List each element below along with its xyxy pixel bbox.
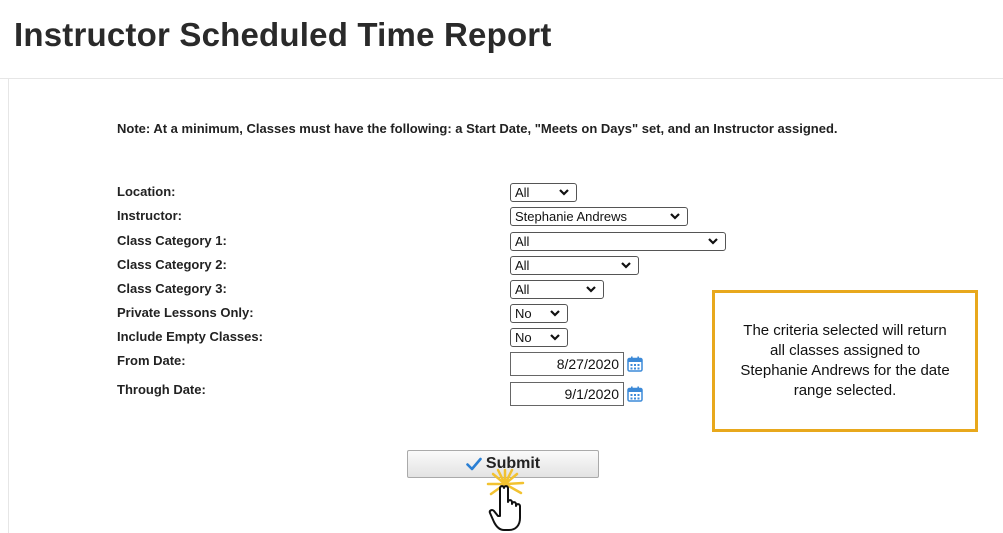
instructor-label: Instructor: (117, 208, 182, 223)
chevron-down-icon (621, 262, 631, 269)
chevron-down-icon (559, 189, 569, 196)
chevron-down-icon (586, 286, 596, 293)
class-category-1-value: All (515, 234, 530, 249)
left-divider (8, 78, 9, 533)
class-category-3-value: All (515, 282, 530, 297)
instructor-select[interactable]: Stephanie Andrews (510, 207, 688, 226)
class-category-3-label: Class Category 3: (117, 281, 227, 296)
calendar-icon[interactable] (627, 386, 643, 402)
header-band: Instructor Scheduled Time Report (0, 0, 1003, 79)
location-label: Location: (117, 184, 176, 199)
private-lessons-only-label: Private Lessons Only: (117, 305, 254, 320)
class-category-2-label: Class Category 2: (117, 257, 227, 272)
page-title: Instructor Scheduled Time Report (14, 16, 552, 53)
report-note: Note: At a minimum, Classes must have th… (117, 121, 838, 136)
from-date-label: From Date: (117, 353, 186, 368)
calendar-icon[interactable] (627, 356, 643, 372)
class-category-2-value: All (515, 258, 530, 273)
chevron-down-icon (708, 238, 718, 245)
class-category-1-select[interactable]: All (510, 232, 726, 251)
callout-text: The criteria selected will return all cl… (740, 322, 950, 399)
include-empty-classes-select[interactable]: No (510, 328, 568, 347)
private-lessons-only-select[interactable]: No (510, 304, 568, 323)
criteria-callout: The criteria selected will return all cl… (712, 290, 978, 432)
chevron-down-icon (670, 213, 680, 220)
through-date-input[interactable]: 9/1/2020 (510, 382, 624, 406)
include-empty-classes-value: No (515, 330, 532, 345)
chevron-down-icon (550, 310, 560, 317)
include-empty-classes-label: Include Empty Classes: (117, 329, 263, 344)
class-category-3-select[interactable]: All (510, 280, 604, 299)
location-select-value: All (515, 185, 530, 200)
class-category-2-select[interactable]: All (510, 256, 639, 275)
from-date-input[interactable]: 8/27/2020 (510, 352, 624, 376)
instructor-select-value: Stephanie Andrews (515, 209, 628, 224)
private-lessons-only-value: No (515, 306, 532, 321)
hand-pointer-icon (486, 468, 525, 531)
through-date-label: Through Date: (117, 382, 206, 397)
chevron-down-icon (550, 334, 560, 341)
location-select[interactable]: All (510, 183, 577, 202)
class-category-1-label: Class Category 1: (117, 233, 227, 248)
